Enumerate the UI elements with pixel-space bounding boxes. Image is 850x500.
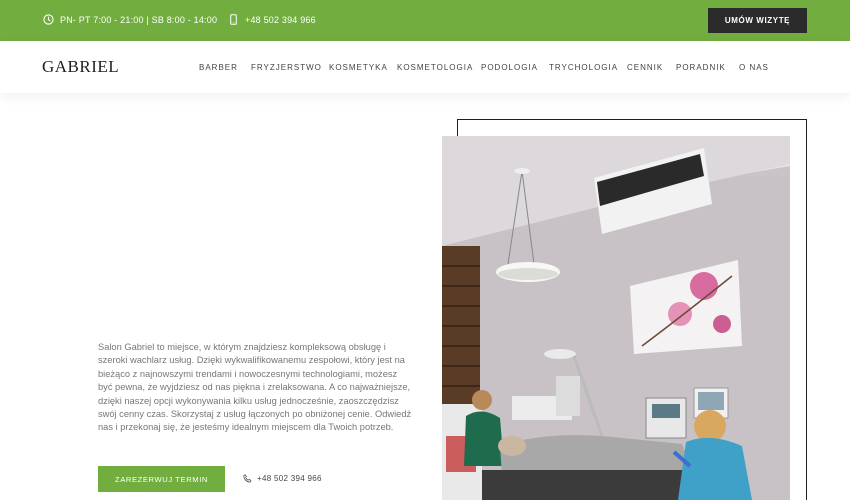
nav-item-kosmetologia[interactable]: KOSMETOLOGIA xyxy=(397,63,473,72)
nav-item-kosmetyka[interactable]: KOSMETYKA xyxy=(329,63,388,72)
intro-paragraph: Salon Gabriel to miejsce, w którym znajd… xyxy=(98,342,412,433)
clock-icon xyxy=(43,14,54,25)
salon-photo-illustration xyxy=(442,136,790,500)
nav-item-barber[interactable]: BARBER xyxy=(199,63,238,72)
opening-hours-text: PN- PT 7:00 - 21:00 | SB 8:00 - 14:00 xyxy=(60,14,218,25)
phone-handset-icon xyxy=(243,474,252,483)
top-phone-number[interactable]: +48 502 394 966 xyxy=(245,15,316,25)
hero-phone[interactable]: +48 502 394 966 xyxy=(243,474,322,483)
nav-item-trychologia[interactable]: TRYCHOLOGIA xyxy=(549,63,618,72)
nav-item-poradnik[interactable]: PORADNIK xyxy=(676,63,726,72)
nav-item-o-nas[interactable]: O NAS xyxy=(739,63,769,72)
mobile-phone-icon xyxy=(230,14,237,25)
main-header: GABRIEL BARBER FRYZJERSTWO KOSMETYKA KOS… xyxy=(0,41,850,93)
top-phone[interactable]: +48 502 394 966 xyxy=(228,14,316,25)
book-visit-button[interactable]: UMÓW WIZYTĘ xyxy=(708,8,807,33)
top-bar: PN- PT 7:00 - 21:00 | SB 8:00 - 14:00 +4… xyxy=(0,0,850,41)
nav-item-cennik[interactable]: CENNIK xyxy=(627,63,663,72)
salon-treatment-photo xyxy=(442,136,790,500)
hero-phone-number[interactable]: +48 502 394 966 xyxy=(257,474,322,483)
opening-hours: PN- PT 7:00 - 21:00 | SB 8:00 - 14:00 xyxy=(43,14,217,25)
nav-item-fryzjerstwo[interactable]: FRYZJERSTWO xyxy=(251,63,322,72)
main-nav: BARBER FRYZJERSTWO KOSMETYKA KOSMETOLOGI… xyxy=(0,63,850,75)
nav-item-podologia[interactable]: PODOLOGIA xyxy=(481,63,538,72)
reserve-button[interactable]: ZAREZERWUJ TERMIN xyxy=(98,466,225,492)
